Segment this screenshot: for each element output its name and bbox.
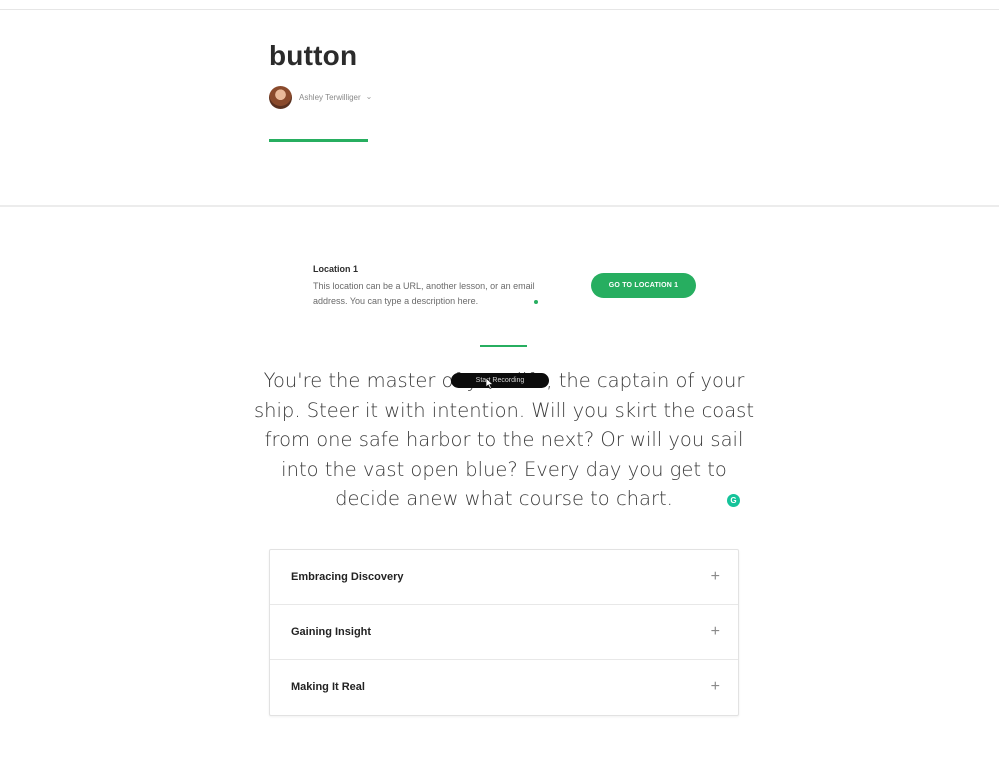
accordion-item-label: Gaining Insight — [291, 626, 372, 638]
button-block-title: Location 1 — [313, 264, 359, 274]
chevron-down-icon[interactable]: ⌄ — [366, 92, 373, 101]
button-block-description: This location can be a URL, another less… — [313, 281, 535, 306]
accordion-item-label: Embracing Discovery — [291, 571, 404, 583]
quote-accent-bar — [480, 345, 527, 347]
top-divider — [0, 9, 999, 10]
indicator-dot — [534, 300, 538, 304]
avatar — [269, 85, 292, 109]
plus-icon[interactable]: + — [711, 624, 720, 640]
plus-icon[interactable]: + — [711, 679, 720, 695]
quote-text: You're the master of your life, the capt… — [254, 369, 754, 510]
lesson-page: button Ashley Terwilliger ⌄ Location 1 T… — [0, 0, 999, 761]
go-to-location-button[interactable]: GO TO LOCATION 1 — [591, 273, 696, 298]
title-accent-bar — [269, 139, 368, 142]
author-name: Ashley Terwilliger — [299, 92, 361, 102]
accordion-item-embracing-discovery[interactable]: Embracing Discovery + — [270, 550, 738, 605]
section-divider — [0, 205, 999, 207]
accordion-item-making-it-real[interactable]: Making It Real + — [270, 660, 738, 714]
plus-icon[interactable]: + — [711, 569, 720, 585]
lesson-title: button — [269, 40, 358, 71]
accordion-item-gaining-insight[interactable]: Gaining Insight + — [270, 605, 738, 660]
grammarly-icon[interactable]: G — [727, 494, 740, 507]
accordion-item-label: Making It Real — [291, 681, 365, 693]
start-recording-button[interactable]: Start Recording — [451, 373, 549, 388]
author-menu[interactable]: Ashley Terwilliger ⌄ — [269, 85, 372, 109]
accordion: Embracing Discovery + Gaining Insight + … — [269, 549, 739, 716]
mouse-cursor-icon — [486, 378, 494, 389]
